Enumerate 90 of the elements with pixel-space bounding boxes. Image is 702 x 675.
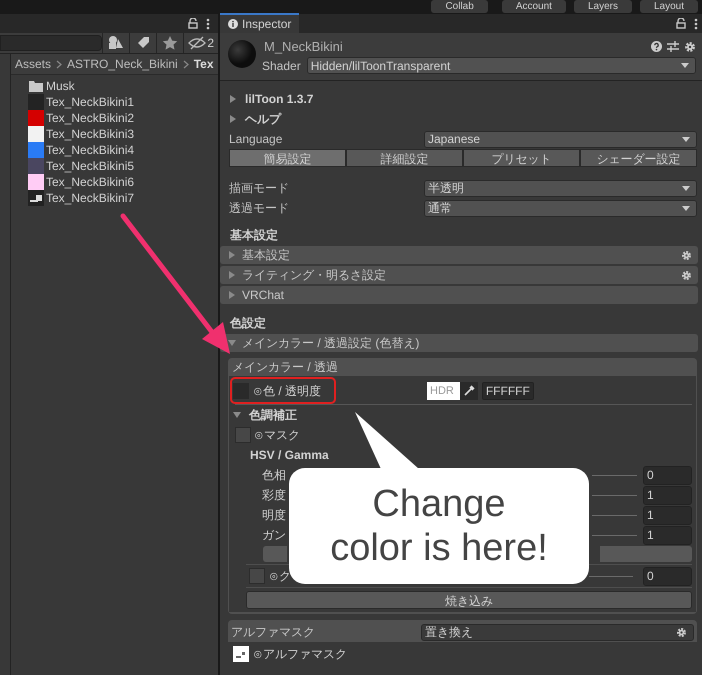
collapsed-arrow-icon [229,95,237,103]
lock-icon[interactable] [188,18,198,29]
settings-icon[interactable] [684,40,696,52]
chevron-icon [182,60,189,68]
number-field[interactable]: 1 [643,486,692,504]
foldout-bar[interactable]: ライティング・明るさ設定 [220,266,698,284]
language-label: Language [229,132,282,146]
texture-thumbnail [28,190,44,206]
file-name[interactable]: Tex_NeckBikini1 [46,95,134,109]
bake-button[interactable]: 焼き込み [246,591,692,609]
sliders-icon[interactable] [667,41,679,52]
toolbar-button[interactable]: Layers [574,0,632,13]
collapsed-arrow-icon [228,251,236,259]
chevron-icon [56,60,62,68]
field-label: 描画モード [229,180,289,196]
settings-icon[interactable] [681,270,692,280]
folder-icon [28,79,44,93]
slider-label: ガン [262,526,287,544]
mode-dropdown[interactable]: 半透明 [424,180,697,196]
number-field[interactable]: 1 [643,506,692,524]
info-icon [228,19,238,29]
material-name: M_NeckBikini [263,39,343,54]
toolbar-button[interactable]: Layout [640,0,698,13]
mode-tab[interactable]: プリセット [463,149,580,167]
lock-icon[interactable] [676,18,686,29]
section-title: 色設定 [229,315,267,332]
panel-title: メインカラー / 透過 [231,358,340,376]
file-name[interactable]: Tex_NeckBikini6 [46,175,134,189]
slider-label: ⊙ク [269,568,292,584]
material-sphere-icon [228,40,256,68]
collapsed-arrow-icon [229,115,237,123]
foldout-bar[interactable]: VRChat [220,286,698,304]
mode-tab[interactable]: シェーダー設定 [580,149,697,167]
collapsed-arrow-icon [228,291,236,299]
number-field[interactable]: 1 [643,526,692,544]
toolbar-button[interactable]: Collab [431,0,488,13]
inspector-tab[interactable]: Inspector [220,13,300,33]
breadcrumb-item[interactable]: Assets [15,57,52,71]
number-field[interactable]: 0 [643,566,692,586]
slider-label: 色相 [262,466,287,484]
texture-thumbnail[interactable] [233,646,249,662]
number-field[interactable]: 0 [643,466,692,484]
breadcrumb-item[interactable]: ASTRO_Neck_Bikini [67,57,178,71]
file-name[interactable]: Tex_NeckBikini2 [46,111,134,125]
file-name[interactable]: Tex_NeckBikini5 [46,159,134,173]
slider-label: 明度 [262,506,287,524]
alpha-mask-label: アルファマスク [231,624,315,640]
collapsed-arrow-icon [228,271,236,279]
foldout[interactable]: lilToon 1.3.7 [229,89,697,109]
group-title: HSV / Gamma [249,447,330,464]
file-name[interactable]: Musk [46,79,75,93]
section-title: 基本設定 [229,227,279,244]
dropdown-arrow-icon [682,136,690,142]
mode-dropdown[interactable]: 通常 [424,200,697,216]
foldout-bar[interactable]: 基本設定 [220,246,698,264]
dropdown-arrow-icon [682,206,690,210]
field-label: 透過モード [229,200,289,216]
mask-label: ⊙マスク [254,426,300,444]
search-field[interactable] [0,35,102,51]
hidden-count: 2 [207,36,214,50]
expanded-arrow-icon [233,411,241,419]
toolbar-button[interactable]: Account [502,0,566,13]
file-name[interactable]: Tex_NeckBikini4 [46,143,134,157]
menu-icon[interactable] [694,18,698,30]
eyedropper-icon[interactable] [460,382,478,400]
expanded-arrow-icon [228,339,236,347]
foldout[interactable]: 色調補正 [229,405,696,425]
settings-icon [676,626,687,638]
color-swatch[interactable] [233,383,249,399]
file-name[interactable]: Tex_NeckBikini7 [46,191,134,205]
color-label: ⊙色 / 透明度 [253,382,322,400]
hex-field[interactable]: FFFFFF [482,382,534,400]
file-name[interactable]: Tex_NeckBikini3 [46,127,134,141]
foldout-bar[interactable]: メインカラー / 透過設定 (色替え) [220,334,698,352]
shader-label: Shader [262,58,301,72]
settings-icon[interactable] [681,250,692,260]
breadcrumb-item[interactable]: Tex [194,57,214,71]
dropdown-arrow-icon [682,186,690,190]
language-dropdown[interactable]: Japanese [424,130,697,148]
shader-dropdown[interactable]: Hidden/lilToonTransparent [306,57,696,74]
slider-label: 彩度 [262,486,287,504]
hidden-eye-icon[interactable] [188,36,206,50]
mode-tab[interactable]: 詳細設定 [346,149,463,167]
callout-text: Change color is here! [330,482,548,570]
menu-icon[interactable] [206,18,210,30]
help-icon[interactable] [651,41,662,52]
alpha-mode-dropdown[interactable]: 置き換え [421,624,694,640]
dropdown-arrow-icon [681,63,689,68]
foldout[interactable]: ヘルプ [229,109,697,129]
texture-label: ⊙アルファマスク [253,646,347,662]
